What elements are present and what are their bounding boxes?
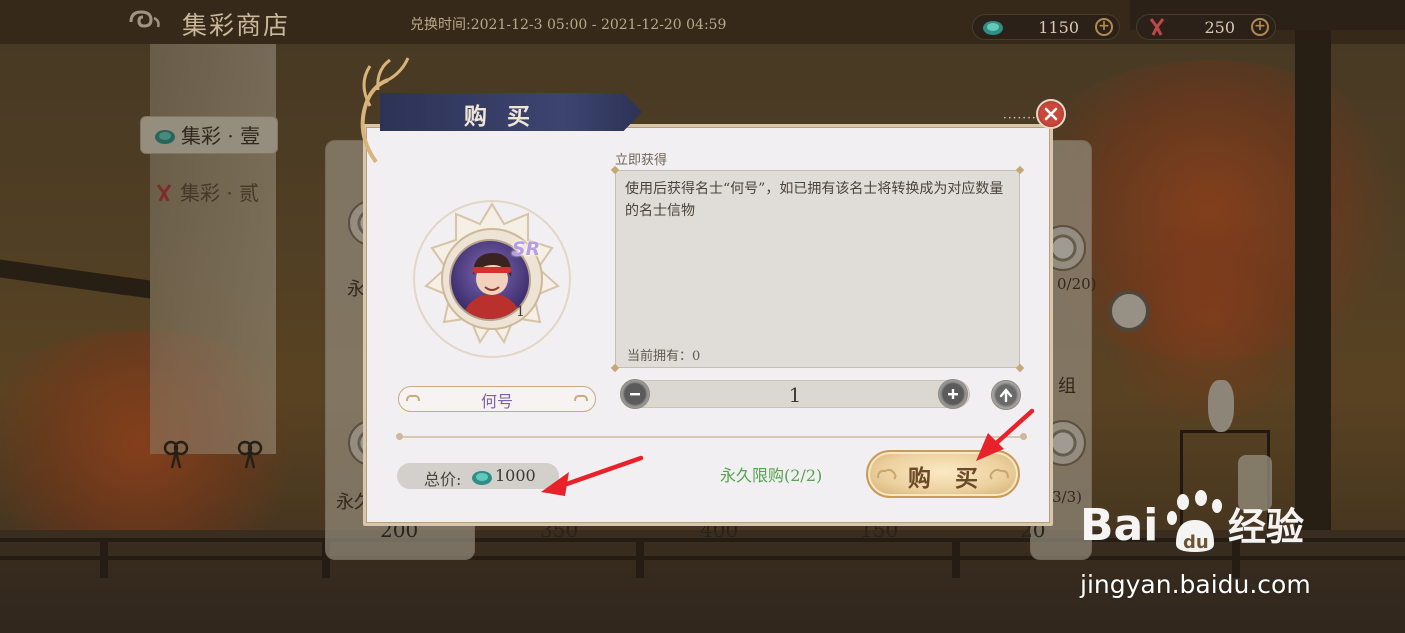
owned-count: 当前拥有：0 — [627, 349, 701, 364]
divider — [399, 436, 1025, 438]
divider-end — [396, 433, 403, 440]
dialog-title: 购 买 — [463, 103, 536, 130]
purchase-limit: 永久限购(2/2) — [720, 466, 823, 485]
dotted-ornament: ······· — [1003, 111, 1037, 125]
currency-jade: 1150 + — [972, 14, 1120, 40]
minus-icon — [630, 393, 640, 396]
baidu-jingyan-logo: Bai du 经验 — [1080, 490, 1304, 553]
cloud-swirl-icon — [129, 10, 160, 28]
item-count: 1 — [516, 304, 525, 320]
decrease-button[interactable] — [620, 379, 650, 409]
shop-title: 集彩商店 — [182, 11, 291, 40]
close-icon — [1044, 107, 1058, 121]
jade-coin-icon — [983, 21, 1003, 35]
rarity-badge: SR — [512, 238, 541, 260]
currency-value: 1150 — [1038, 18, 1079, 37]
quantity-value: 1 — [788, 383, 802, 407]
svg-text:du: du — [1183, 532, 1209, 553]
ribbon-token-icon — [1149, 18, 1165, 36]
watermark-url: jingyan.baidu.com — [1080, 570, 1311, 599]
description-text: 使用后获得名士“何号”，如已拥有该名士将转换成为对应数量的名士信物 — [625, 181, 1004, 219]
currency-ribbon: 250 + — [1136, 14, 1276, 40]
total-label: 总价: — [424, 470, 462, 489]
increase-button[interactable] — [938, 379, 968, 409]
exchange-time: 兑换时间:2021-12-3 05:00 - 2021-12-20 04:59 — [410, 17, 727, 33]
close-button[interactable] — [1036, 99, 1066, 129]
red-arrow-icon — [976, 408, 1035, 461]
svg-text:经验: 经验 — [1228, 505, 1304, 549]
red-arrow-icon — [541, 455, 644, 496]
arrow-up-icon — [999, 388, 1013, 403]
add-currency-button[interactable]: + — [1251, 18, 1269, 36]
currency-value: 250 — [1204, 18, 1235, 37]
plus-icon — [948, 389, 958, 399]
character-name: 何号 — [480, 392, 513, 411]
add-currency-button[interactable]: + — [1095, 18, 1113, 36]
jade-coin-icon — [472, 471, 492, 485]
svg-text:Bai: Bai — [1080, 500, 1158, 551]
description-label: 立即获得 — [615, 153, 668, 168]
total-price-value: 1000 — [495, 466, 536, 485]
